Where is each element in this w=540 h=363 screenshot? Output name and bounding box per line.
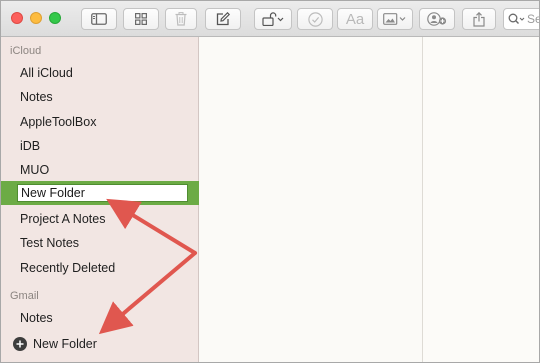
- note-list-pane[interactable]: [199, 37, 423, 362]
- lock-menu-button[interactable]: [254, 8, 292, 30]
- sidebar-item-new-folder-selected[interactable]: [1, 181, 199, 205]
- add-people-button[interactable]: [419, 8, 455, 30]
- search-placeholder: Se: [527, 12, 539, 26]
- toggle-sidebar-button[interactable]: [81, 8, 117, 30]
- section-header-gmail: Gmail: [10, 290, 39, 302]
- sidebar: iCloud All iCloud Notes AppleToolBox iDB…: [1, 37, 199, 362]
- note-editor-pane[interactable]: [423, 37, 539, 362]
- sidebar-item-recently-deleted[interactable]: Recently Deleted: [20, 260, 115, 276]
- share-icon: [473, 11, 485, 27]
- add-person-icon: [427, 12, 447, 26]
- section-header-icloud: iCloud: [10, 45, 42, 57]
- new-folder-label: New Folder: [33, 337, 97, 351]
- attachments-browser-button[interactable]: [123, 8, 159, 30]
- sidebar-item-gmail-notes[interactable]: Notes: [20, 310, 53, 326]
- media-button[interactable]: [377, 8, 413, 30]
- close-button[interactable]: [11, 12, 23, 24]
- sidebar-item-muo[interactable]: MUO: [20, 162, 49, 178]
- delete-button[interactable]: [165, 8, 197, 30]
- photo-icon: [383, 13, 406, 25]
- sidebar-item-appletoolbox[interactable]: AppleToolBox: [20, 114, 96, 130]
- new-folder-button[interactable]: New Folder: [13, 337, 97, 351]
- sidebar-item-test-notes[interactable]: Test Notes: [20, 235, 79, 251]
- grid-icon: [135, 13, 147, 25]
- sidebar-item-notes[interactable]: Notes: [20, 89, 53, 105]
- plus-circle-icon: [13, 337, 27, 351]
- compose-icon: [216, 12, 230, 26]
- minimize-button[interactable]: [30, 12, 42, 24]
- format-button[interactable]: Aa: [337, 8, 373, 30]
- search-icon: [508, 13, 525, 24]
- trash-icon: [175, 12, 187, 26]
- sidebar-item-all-icloud[interactable]: All iCloud: [20, 65, 73, 81]
- format-label: Aa: [345, 10, 365, 28]
- lock-icon: [262, 12, 284, 26]
- search-field[interactable]: Se: [503, 8, 539, 30]
- sidebar-icon: [91, 13, 107, 25]
- notes-window: Aa S iCloud All iCloud Notes AppleToolBo…: [0, 0, 540, 363]
- sidebar-item-project-a-notes[interactable]: Project A Notes: [20, 211, 105, 227]
- compose-button[interactable]: [205, 8, 241, 30]
- checkmark-circle-icon: [307, 11, 323, 27]
- checklist-button[interactable]: [297, 8, 333, 30]
- toolbar: Aa S: [1, 1, 539, 37]
- share-button[interactable]: [462, 8, 496, 30]
- zoom-button[interactable]: [49, 12, 61, 24]
- sidebar-item-idb[interactable]: iDB: [20, 138, 40, 154]
- folder-name-input[interactable]: [17, 184, 188, 202]
